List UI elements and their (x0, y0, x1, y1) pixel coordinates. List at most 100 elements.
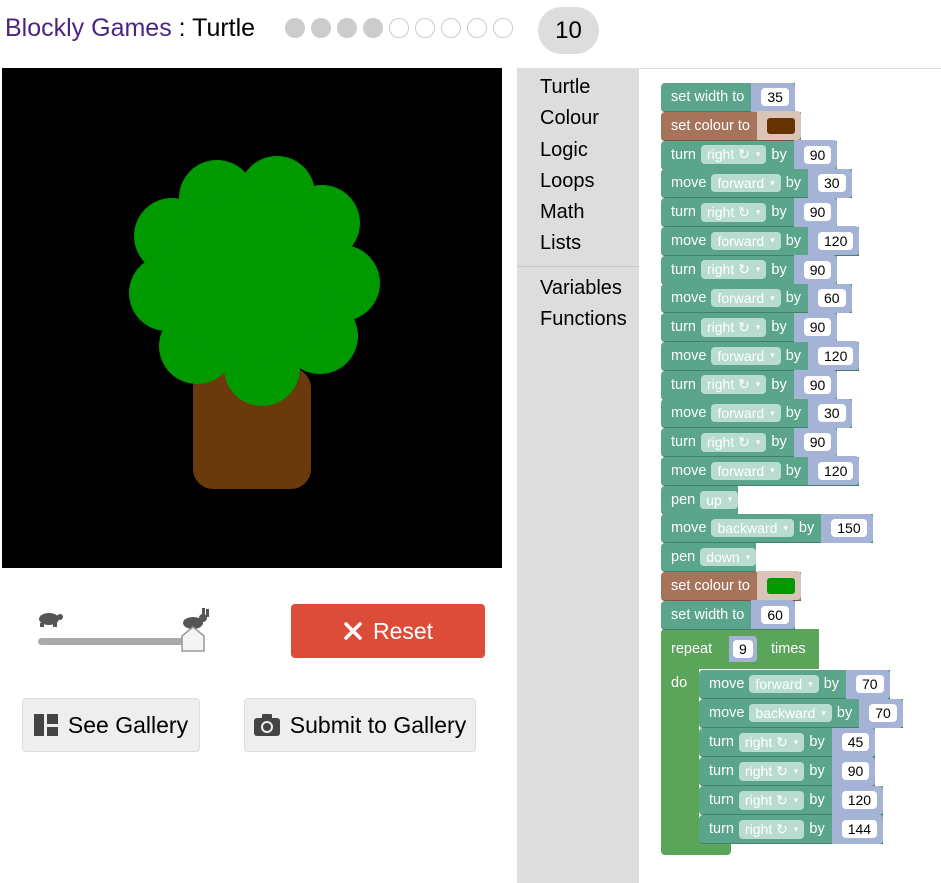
block-dropdown[interactable]: forward ▾ (711, 174, 781, 193)
number-field[interactable]: 70 (856, 675, 884, 693)
turn-block[interactable]: turn right ↻ ▾ by 90 (661, 427, 838, 457)
block-dropdown[interactable]: forward ▾ (711, 231, 781, 250)
by-label: by (785, 290, 802, 307)
move-block[interactable]: move forward ▾ by 70 (699, 669, 890, 699)
slider-track[interactable] (38, 638, 198, 645)
repeat-count-field[interactable]: 9 (733, 640, 753, 658)
number-field[interactable]: 120 (841, 791, 878, 809)
toolbox-category-loops[interactable]: Loops (540, 170, 595, 193)
level-dot-8[interactable] (467, 18, 487, 38)
number-field[interactable]: 90 (803, 203, 832, 221)
number-field[interactable]: 60 (761, 605, 789, 624)
colour-block[interactable]: set colour to (661, 111, 801, 141)
turn-block[interactable]: turn right ↻ ▾ by 90 (661, 370, 838, 400)
move-block[interactable]: move forward ▾ by 120 (661, 341, 860, 371)
block-dropdown[interactable]: forward ▾ (711, 289, 781, 308)
block-dropdown[interactable]: right ↻ ▾ (701, 375, 767, 394)
level-dot-5[interactable] (389, 18, 409, 38)
block-dropdown[interactable]: down ▾ (700, 548, 757, 566)
toolbox-category-turtle[interactable]: Turtle (540, 76, 590, 99)
number-field[interactable]: 90 (841, 762, 870, 780)
move-block[interactable]: move forward ▾ by 30 (661, 168, 852, 199)
block-dropdown[interactable]: right ↻ ▾ (739, 819, 805, 839)
colour-swatch[interactable] (767, 577, 795, 594)
level-dot-7[interactable] (441, 18, 461, 38)
level-dot-9[interactable] (493, 18, 513, 38)
reset-button[interactable]: Reset (291, 604, 485, 658)
toolbox-category-variables[interactable]: Variables (540, 277, 622, 300)
colour-swatch[interactable] (767, 117, 795, 134)
number-field[interactable]: 70 (869, 704, 897, 722)
toolbox-category-functions[interactable]: Functions (540, 308, 627, 331)
pen-block[interactable]: pen up ▾ (661, 485, 739, 515)
number-field[interactable]: 144 (841, 820, 878, 838)
move-block[interactable]: move backward ▾ by 150 (661, 513, 873, 544)
level-dot-4[interactable] (363, 18, 383, 38)
number-field[interactable]: 45 (841, 733, 870, 751)
number-field[interactable]: 60 (818, 289, 846, 308)
pen-block[interactable]: pen down ▾ (661, 543, 757, 572)
toolbox-category-lists[interactable]: Lists (540, 232, 581, 255)
move-block[interactable]: move backward ▾ by 70 (699, 698, 903, 728)
block-dropdown[interactable]: backward ▾ (749, 704, 832, 722)
block-dropdown[interactable]: right ↻ ▾ (739, 790, 805, 810)
number-field[interactable]: 120 (818, 346, 854, 365)
turn-block[interactable]: turn right ↻ ▾ by 90 (661, 140, 838, 170)
block-dropdown[interactable]: right ↻ ▾ (701, 260, 767, 279)
toolbox-category-math[interactable]: Math (540, 201, 584, 224)
brand-link[interactable]: Blockly Games (5, 14, 172, 42)
turn-block[interactable]: turn right ↻ ▾ by 90 (661, 197, 838, 227)
see-gallery-button[interactable]: See Gallery (22, 698, 200, 752)
turn-block[interactable]: turn right ↻ ▾ by 90 (661, 312, 838, 342)
dropdown-value: backward (717, 520, 778, 537)
slider-thumb[interactable] (181, 626, 205, 652)
block-dropdown[interactable]: backward ▾ (711, 519, 794, 538)
colour-block[interactable]: set colour to (661, 571, 801, 601)
toolbox-category-logic[interactable]: Logic (540, 139, 588, 162)
level-dot-6[interactable] (415, 18, 435, 38)
turn-block[interactable]: turn right ↻ ▾ by 144 (699, 814, 884, 844)
block-dropdown[interactable]: right ↻ ▾ (739, 761, 805, 781)
number-field[interactable]: 120 (818, 231, 854, 250)
block-dropdown[interactable]: forward ▾ (749, 675, 819, 693)
number-field[interactable]: 90 (803, 433, 832, 451)
current-level-badge[interactable]: 10 (538, 7, 599, 54)
number-field[interactable]: 90 (803, 318, 832, 336)
number-field[interactable]: 90 (803, 375, 832, 394)
block-dropdown[interactable]: up ▾ (700, 490, 739, 509)
number-field[interactable]: 90 (803, 260, 832, 279)
turn-block[interactable]: turn right ↻ ▾ by 90 (661, 255, 838, 285)
level-dot-3[interactable] (337, 18, 357, 38)
block-dropdown[interactable]: right ↻ ▾ (701, 202, 767, 222)
speed-slider[interactable] (30, 605, 220, 655)
block-dropdown[interactable]: right ↻ ▾ (701, 432, 767, 452)
toolbox-separator (517, 266, 639, 267)
submit-gallery-button[interactable]: Submit to Gallery (244, 698, 476, 752)
width-block[interactable]: set width to 60 (661, 600, 795, 630)
move-block[interactable]: move forward ▾ by 30 (661, 398, 852, 429)
turn-block[interactable]: turn right ↻ ▾ by 90 (699, 756, 876, 786)
move-block[interactable]: move forward ▾ by 120 (661, 226, 860, 256)
move-block[interactable]: move forward ▾ by 120 (661, 456, 860, 486)
block-dropdown[interactable]: right ↻ ▾ (739, 732, 805, 752)
move-block[interactable]: move forward ▾ by 60 (661, 283, 852, 314)
block-dropdown[interactable]: right ↻ ▾ (701, 317, 767, 337)
turn-block[interactable]: turn right ↻ ▾ by 120 (699, 785, 884, 815)
turn-block[interactable]: turn right ↻ ▾ by 45 (699, 727, 876, 757)
width-block[interactable]: set width to 35 (661, 82, 795, 112)
number-field[interactable]: 90 (803, 145, 832, 164)
block-dropdown[interactable]: forward ▾ (711, 404, 781, 423)
block-dropdown[interactable]: forward ▾ (711, 461, 781, 480)
toolbox-category-colour[interactable]: Colour (540, 107, 599, 130)
level-dot-2[interactable] (311, 18, 331, 38)
blocks-workspace[interactable]: repeat 9 times do set width to 35 set colo… (639, 69, 941, 883)
number-field[interactable]: 150 (831, 519, 867, 538)
number-field[interactable]: 120 (818, 461, 854, 480)
tree-leaves (129, 156, 380, 406)
number-field[interactable]: 30 (818, 174, 846, 193)
level-dot-1[interactable] (285, 18, 305, 38)
block-dropdown[interactable]: forward ▾ (711, 346, 781, 365)
block-dropdown[interactable]: right ↻ ▾ (701, 145, 767, 164)
number-field[interactable]: 30 (818, 404, 846, 423)
number-field[interactable]: 35 (761, 88, 789, 106)
